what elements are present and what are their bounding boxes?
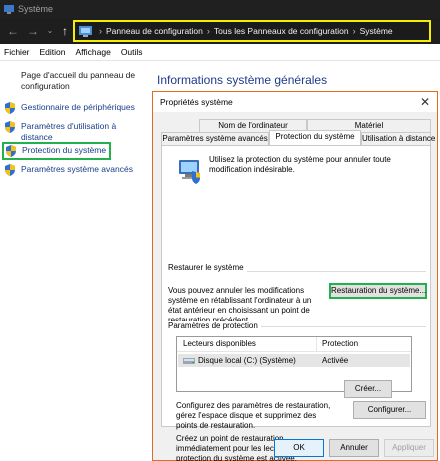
ok-button[interactable]: OK bbox=[274, 439, 324, 457]
drive-protection-status: Activée bbox=[322, 356, 349, 365]
sidebar: Page d'accueil du panneau de configurati… bbox=[0, 62, 150, 461]
close-icon[interactable]: ✕ bbox=[413, 92, 437, 112]
configure-button[interactable]: Configurer... bbox=[353, 401, 426, 419]
shield-icon bbox=[5, 121, 15, 133]
sidebar-item-advanced-settings[interactable]: Paramètres système avancés bbox=[4, 164, 133, 176]
system-properties-dialog: Propriétés système ✕ Nom de l'ordinateur… bbox=[152, 91, 438, 461]
sidebar-item-label: Paramètres d'utilisation à distance bbox=[21, 121, 117, 142]
forward-arrow-icon[interactable]: → bbox=[25, 22, 41, 40]
sidebar-item-label: Protection du système bbox=[22, 145, 107, 155]
system-protection-icon bbox=[179, 160, 200, 184]
tab-row-front: Paramètres système avancés Protection du… bbox=[161, 130, 435, 145]
tab-system-protection[interactable]: Protection du système bbox=[269, 130, 361, 145]
shield-icon bbox=[6, 145, 16, 157]
chevron-down-icon[interactable]: ⌄ bbox=[42, 22, 58, 40]
menu-affichage[interactable]: Affichage bbox=[76, 47, 111, 57]
drive-name: Disque local (C:) (Système) bbox=[198, 356, 296, 365]
window-titlebar: Système bbox=[0, 0, 440, 18]
create-button[interactable]: Créer... bbox=[344, 380, 392, 398]
breadcrumb-control-panel[interactable]: Panneau de configuration bbox=[106, 26, 203, 36]
protection-group-label: Paramètres de protection bbox=[168, 321, 261, 330]
control-panel-icon bbox=[79, 25, 92, 37]
column-header-drives[interactable]: Lecteurs disponibles bbox=[183, 337, 256, 351]
menu-bar: Fichier Edition Affichage Outils bbox=[0, 44, 440, 61]
sidebar-item-device-manager[interactable]: Gestionnaire de périphériques bbox=[4, 102, 135, 114]
list-item[interactable]: Disque local (C:) (Système) Activée bbox=[178, 354, 410, 367]
page-title: Informations système générales bbox=[157, 73, 328, 87]
breadcrumb-separator-icon: › bbox=[99, 26, 102, 36]
sidebar-home-link[interactable]: Page d'accueil du panneau de configurati… bbox=[21, 70, 139, 92]
menu-edition[interactable]: Edition bbox=[40, 47, 66, 57]
apply-button[interactable]: Appliquer bbox=[384, 439, 434, 457]
sidebar-item-remote-settings[interactable]: Paramètres d'utilisation à distance bbox=[4, 121, 144, 143]
intro-text: Utilisez la protection du système pour a… bbox=[209, 155, 391, 174]
restore-text: Vous pouvez annuler les modifications sy… bbox=[168, 286, 312, 325]
tab-advanced[interactable]: Paramètres système avancés bbox=[161, 132, 269, 145]
back-arrow-icon[interactable]: ← bbox=[5, 22, 21, 40]
cancel-button[interactable]: Annuler bbox=[329, 439, 379, 457]
breadcrumb-separator-icon: › bbox=[206, 26, 210, 36]
menu-fichier[interactable]: Fichier bbox=[4, 47, 30, 57]
drive-icon bbox=[183, 358, 195, 364]
breadcrumb-all-panels[interactable]: Tous les Panneaux de configuration bbox=[214, 26, 349, 36]
sidebar-item-label: Paramètres système avancés bbox=[21, 164, 133, 174]
system-icon bbox=[4, 4, 14, 14]
tab-remote[interactable]: Utilisation à distance bbox=[361, 132, 435, 145]
shield-icon bbox=[5, 102, 15, 114]
sidebar-item-system-protection[interactable]: Protection du système bbox=[2, 142, 112, 160]
shield-icon bbox=[5, 164, 15, 176]
window-title: Système bbox=[18, 4, 54, 14]
address-bar[interactable]: › Panneau de configuration › Tous les Pa… bbox=[73, 20, 431, 42]
configure-text: Configurez des paramètres de restauratio… bbox=[176, 401, 331, 430]
column-header-protection[interactable]: Protection bbox=[322, 337, 358, 351]
restore-group-label: Restaurer le système bbox=[168, 263, 247, 272]
dialog-titlebar: Propriétés système bbox=[153, 92, 437, 112]
dialog-title: Propriétés système bbox=[160, 97, 233, 107]
up-arrow-icon[interactable]: ↑ bbox=[57, 22, 73, 40]
list-header: Lecteurs disponibles Protection bbox=[177, 337, 411, 352]
breadcrumb-separator-icon: › bbox=[352, 26, 356, 36]
sidebar-item-label: Gestionnaire de périphériques bbox=[21, 102, 135, 112]
breadcrumb-system[interactable]: Système bbox=[360, 26, 393, 36]
menu-outils[interactable]: Outils bbox=[121, 47, 143, 57]
system-restore-button[interactable]: Restauration du système... bbox=[329, 283, 427, 299]
column-divider bbox=[316, 337, 317, 352]
